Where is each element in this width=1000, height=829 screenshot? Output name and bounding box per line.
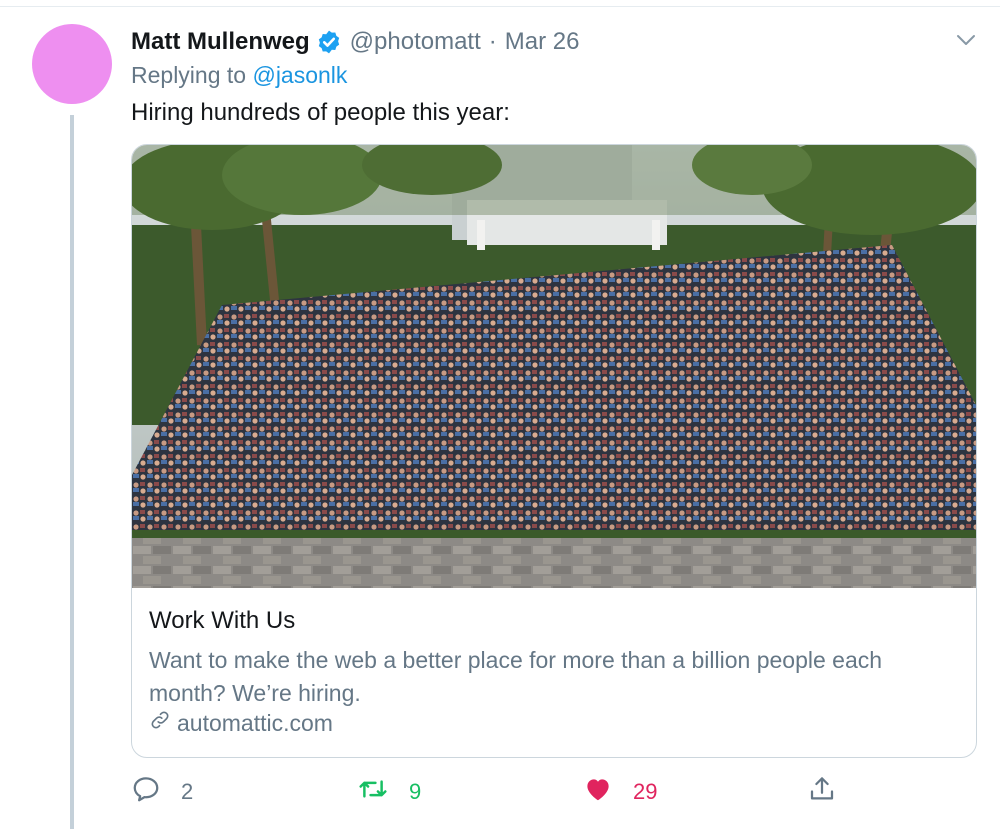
retweet-count: 9: [409, 779, 422, 804]
share-icon: [807, 774, 857, 810]
top-divider: [0, 6, 1000, 7]
like-count: 29: [633, 779, 658, 804]
thread-connector-line: [70, 115, 74, 829]
retweet-icon: [357, 774, 409, 810]
header-separator: ·: [488, 28, 497, 55]
link-preview-card[interactable]: Work With Us Want to make the web a bett…: [131, 144, 977, 758]
like-heart-icon: [583, 774, 633, 810]
replying-to-line: Replying to @jasonlk: [131, 62, 347, 89]
tweet-actions: 2 9 29: [131, 772, 975, 812]
card-description: Want to make the web a better place for …: [149, 647, 883, 706]
like-button[interactable]: 29: [583, 772, 657, 812]
author-name[interactable]: Matt Mullenweg: [131, 28, 310, 56]
card-domain: automattic.com: [149, 709, 333, 737]
reply-button[interactable]: 2: [131, 772, 193, 812]
card-title: Work With Us: [149, 607, 296, 634]
tweet-header: Matt Mullenweg @photomatt · Mar 26: [131, 24, 579, 60]
reply-mention-link[interactable]: @jasonlk: [252, 62, 347, 88]
chevron-down-icon[interactable]: [954, 28, 978, 52]
link-icon: [149, 709, 177, 737]
reply-count: 2: [181, 779, 194, 804]
replying-to-label: Replying to: [131, 62, 247, 88]
author-handle[interactable]: @photomatt: [350, 28, 481, 56]
card-image[interactable]: [132, 145, 976, 588]
card-domain-text: automattic.com: [177, 709, 333, 736]
tweet-date[interactable]: Mar 26: [505, 28, 580, 56]
verified-badge-icon: [316, 29, 342, 55]
retweet-button[interactable]: 9: [357, 772, 421, 812]
tweet-text: Hiring hundreds of people this year:: [131, 99, 510, 126]
share-button[interactable]: [807, 772, 857, 812]
reply-icon: [131, 774, 181, 810]
avatar[interactable]: [32, 24, 112, 104]
